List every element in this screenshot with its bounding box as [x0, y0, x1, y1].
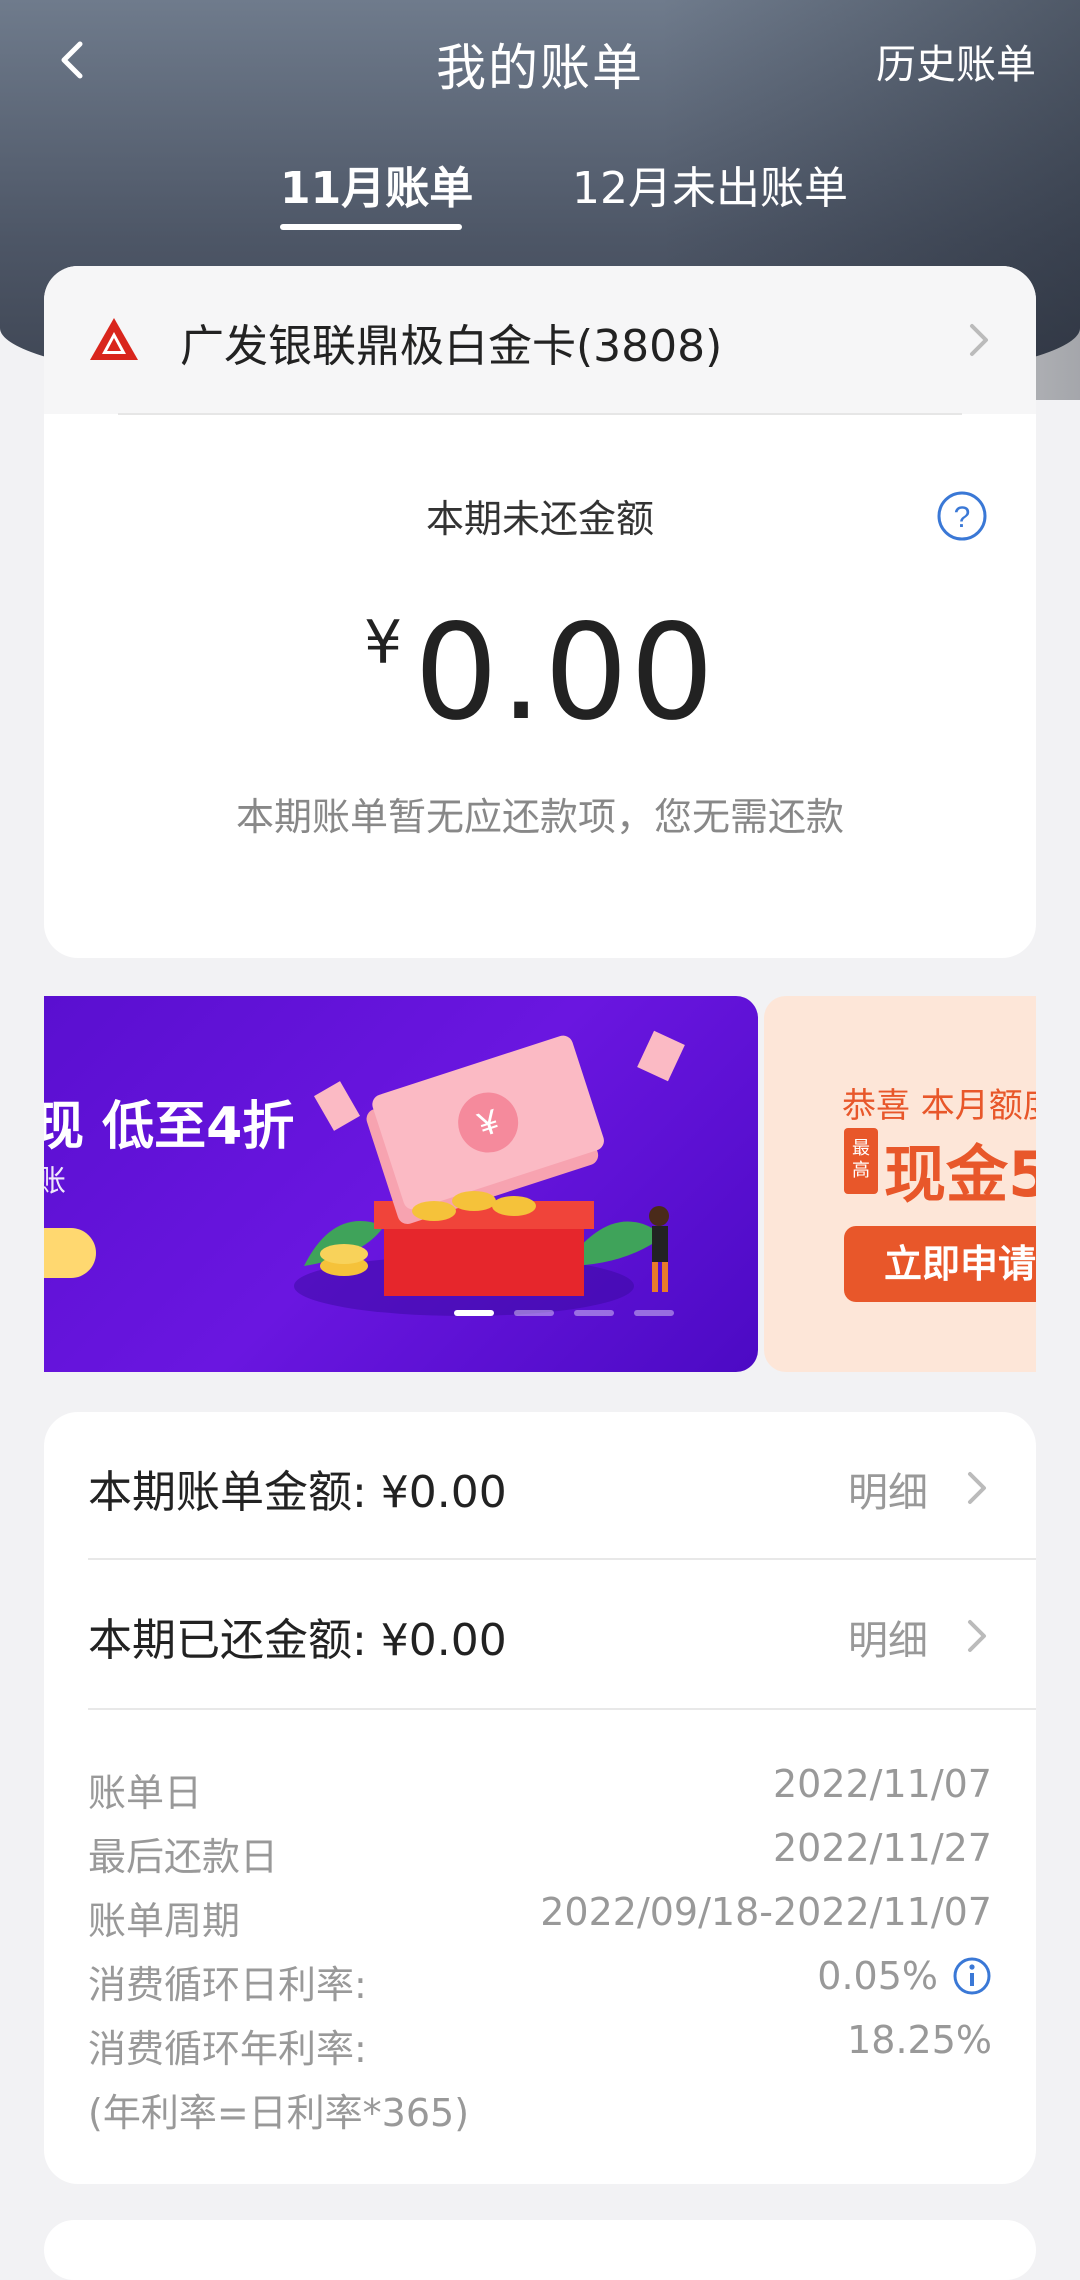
amount-value: 0.00 — [414, 596, 717, 750]
promo-banner-discount[interactable]: 现 低至4折 账 ¥ — [44, 996, 758, 1372]
apply-now-button[interactable]: 立即申请 — [844, 1226, 1036, 1302]
divider — [118, 413, 962, 415]
active-tab-indicator — [280, 224, 462, 230]
divider — [88, 1708, 1036, 1710]
tab-november-bill[interactable]: 11月账单 — [280, 152, 473, 216]
outstanding-amount-label: 本期未还金额 — [425, 497, 654, 541]
info-key: 账单周期 — [88, 1899, 241, 1943]
detail-link[interactable]: 明细 — [848, 1460, 928, 1518]
highest-badge: 最高 — [844, 1128, 878, 1194]
promo-banner-cash[interactable]: 恭喜 本月额度 最高 现金5 立即申请 — [764, 996, 1036, 1372]
info-value: 2022/09/18-2022/11/07 — [540, 1890, 992, 1934]
currency-symbol: ¥ — [363, 608, 403, 678]
chevron-right-icon — [968, 1472, 986, 1504]
bill-details-card: 本期账单金额: ¥0.00 明细 本期已还金额: ¥0.00 明细 账单日 20… — [44, 1412, 1036, 2184]
info-value: 2022/11/07 — [772, 1762, 992, 1806]
money-gift-illustration: ¥ — [294, 1030, 685, 1316]
info-key: 消费循环年利率: — [88, 2027, 367, 2071]
info-value: 2022/11/27 — [772, 1826, 992, 1870]
bill-amount-label: 本期账单金额: ¥0.00 — [88, 1467, 507, 1518]
info-key: 账单日 — [88, 1771, 203, 1815]
bank-logo-icon — [90, 318, 138, 360]
bill-amount-row[interactable]: 本期账单金额: ¥0.00 明细 — [44, 1412, 1036, 1560]
chevron-right-icon — [968, 1620, 986, 1652]
paid-amount-row[interactable]: 本期已还金额: ¥0.00 明细 — [44, 1560, 1036, 1708]
detail-link[interactable]: 明细 — [848, 1608, 928, 1666]
info-key: 最后还款日 — [88, 1835, 279, 1879]
card-name: 广发银联鼎极白金卡(3808) — [180, 321, 723, 372]
card-selector[interactable]: 广发银联鼎极白金卡(3808) — [44, 266, 1036, 414]
info-value: 0.05% — [817, 1954, 938, 1998]
bill-summary-card: 广发银联鼎极白金卡(3808) 本期未还金额 ? ¥0.00 本期账单暂无应还款… — [44, 266, 1036, 958]
banner-headline: 恭喜 本月额度 — [842, 1086, 1036, 1126]
info-key: (年利率=日利率*365) — [88, 2091, 470, 2135]
banner-button[interactable] — [44, 1228, 96, 1278]
history-bills-link[interactable]: 历史账单 — [876, 32, 1036, 90]
banner-subtext: 账 — [44, 1164, 66, 1199]
banner-cash-text: 现金5 — [884, 1138, 1036, 1211]
banner-headline: 现 低至4折 — [44, 1097, 295, 1157]
help-icon[interactable]: ? — [936, 490, 988, 542]
svg-text:?: ? — [954, 501, 971, 534]
paid-amount-label: 本期已还金额: ¥0.00 — [88, 1615, 507, 1666]
no-payment-notice: 本期账单暂无应还款项，您无需还款 — [235, 795, 844, 839]
promo-carousel[interactable]: 现 低至4折 账 ¥ 恭喜 本月额度 最高 现金5 立即申请 — [44, 996, 1036, 1372]
next-card-edge — [44, 2220, 1036, 2280]
chevron-right-icon — [970, 324, 988, 356]
info-key: 消费循环日利率: — [88, 1963, 367, 2007]
carousel-dots — [454, 1310, 674, 1316]
info-icon[interactable] — [952, 1956, 992, 1996]
tab-december-unbilled[interactable]: 12月未出账单 — [572, 152, 848, 216]
info-value: 18.25% — [847, 2018, 992, 2062]
outstanding-amount: ¥0.00 — [44, 596, 1036, 750]
